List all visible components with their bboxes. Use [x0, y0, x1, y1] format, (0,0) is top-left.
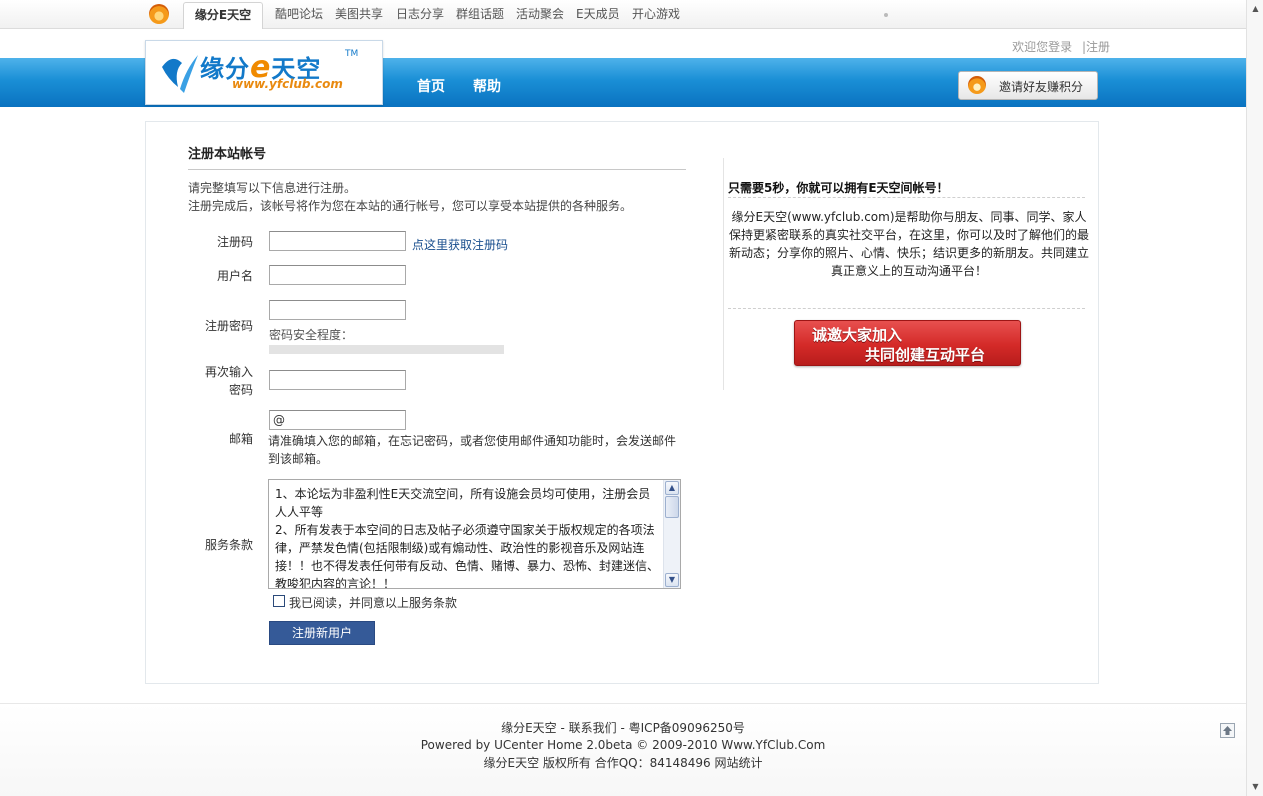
footer-site-name: 缘分E天空	[501, 721, 557, 735]
register-submit-button[interactable]: 注册新用户	[269, 621, 375, 645]
header-nav-help[interactable]: 帮助	[473, 76, 501, 96]
email-label: 邮箱	[228, 432, 253, 446]
username-input[interactable]	[269, 265, 406, 285]
password-input[interactable]	[269, 300, 406, 320]
top-nav-item-groups[interactable]: 群组话题	[456, 5, 504, 22]
scroll-up-icon[interactable]: ▲	[665, 481, 679, 495]
form-title: 注册本站帐号	[188, 147, 267, 162]
page-scroll-down-icon[interactable]: ▼	[1248, 779, 1263, 795]
invite-friends-button[interactable]: 邀请好友赚积分	[958, 71, 1098, 100]
title-divider	[188, 169, 686, 170]
login-links: 欢迎您登录 |注册	[1012, 38, 1110, 55]
footer-line-1: 缘分E天空 - 联系我们 - 粤ICP备09096250号	[0, 719, 1246, 736]
confirm-password-label-line1: 再次输入	[204, 365, 253, 379]
back-to-top-button[interactable]	[1220, 723, 1235, 738]
password-strength-label: 密码安全程度：	[269, 328, 354, 342]
confirm-password-label-line2: 密码	[228, 383, 253, 397]
login-link[interactable]: 欢迎您登录	[1012, 40, 1072, 54]
sidebar-dashed-rule	[728, 308, 1085, 309]
intro-line-2: 注册完成后，该帐号将作为您在本站的通行帐号，您可以享受本站提供的各种服务。	[188, 199, 633, 213]
top-nav-item-blogs[interactable]: 日志分享	[396, 5, 444, 22]
sidebar-dashed-rule	[728, 197, 1085, 198]
terms-paragraph-1: 1、本论坛为非盈利性E天交流空间，所有设施会员均可使用，注册会员人人平等	[275, 487, 651, 519]
top-nav-item-forum[interactable]: 酷吧论坛	[275, 5, 323, 22]
top-nav-item-events[interactable]: 活动聚会	[516, 5, 564, 22]
email-hint: 请准确填入您的邮箱，在忘记密码，或者您使用邮件通知功能时，会发送邮件到该邮箱。	[268, 434, 677, 466]
back-to-top-icon	[1223, 726, 1232, 735]
logo-url: www.yfclub.com	[232, 77, 343, 91]
agree-terms-checkbox[interactable]	[273, 595, 285, 607]
terms-paragraph-2: 2、所有发表于本空间的日志及帖子必须遵守国家关于版权规定的各项法律，严禁发色情(…	[275, 523, 660, 589]
sidebar-description: 缘分E天空(www.yfclub.com)是帮助你与朋友、同事、同学、家人保持更…	[728, 210, 1089, 278]
banner-line-1: 诚邀大家加入	[812, 326, 903, 344]
register-link[interactable]: |注册	[1082, 40, 1110, 54]
top-nav-bar: 缘分E天空 酷吧论坛 美图共享 日志分享 群组话题 活动聚会 E天成员 开心游戏	[0, 0, 1246, 29]
logo-trademark: TM	[345, 49, 359, 59]
flame-icon	[968, 76, 986, 94]
page-scroll-up-icon[interactable]: ▲	[1248, 1, 1263, 17]
contact-us-link[interactable]: - 联系我们	[561, 721, 617, 735]
join-us-banner[interactable]: 诚邀大家加入 共同创建互动平台	[794, 320, 1021, 366]
sidebar-title: 只需要5秒，你就可以拥有E天空间帐号！	[728, 181, 949, 195]
intro-line-1: 请完整填写以下信息进行注册。	[188, 181, 357, 195]
top-nav-tab-home[interactable]: 缘分E天空	[183, 2, 263, 29]
terms-label: 服务条款	[204, 538, 253, 552]
icp-link[interactable]: - 粤ICP备09096250号	[621, 721, 745, 735]
password-label: 注册密码	[204, 319, 253, 333]
confirm-password-input[interactable]	[269, 370, 406, 390]
top-nav-item-games[interactable]: 开心游戏	[632, 5, 680, 22]
site-stats-link[interactable]: 网站统计	[715, 756, 763, 770]
username-label: 用户名	[216, 269, 253, 283]
header-nav-home[interactable]: 首页	[417, 76, 445, 96]
scroll-down-icon[interactable]: ▼	[665, 573, 679, 587]
site-logo[interactable]: 缘分e天空 TM www.yfclub.com	[145, 40, 383, 105]
dot-icon	[884, 13, 888, 17]
terms-textarea[interactable]: 1、本论坛为非盈利性E天交流空间，所有设施会员均可使用，注册会员人人平等 2、所…	[268, 479, 681, 589]
get-invite-code-link[interactable]: 点这里获取注册码	[412, 236, 508, 253]
footer-powered-by: Powered by UCenter Home 2.0beta © 2009-2…	[420, 738, 826, 752]
invite-code-input[interactable]	[269, 231, 406, 251]
scroll-thumb[interactable]	[665, 496, 679, 518]
terms-scrollbar[interactable]: ▲ ▼	[663, 480, 680, 588]
footer-line-3: 缘分E天空 版权所有 合作QQ：84148496 网站统计	[0, 754, 1246, 771]
top-nav-item-members[interactable]: E天成员	[576, 5, 620, 22]
banner-line-2: 共同创建互动平台	[865, 346, 986, 364]
swoosh-logo-icon	[162, 55, 198, 93]
invite-code-label: 注册码	[216, 235, 253, 249]
page-scrollbar[interactable]: ▲ ▼	[1246, 0, 1263, 796]
email-input[interactable]	[269, 410, 406, 430]
password-strength-bar	[269, 345, 504, 354]
flame-logo-icon[interactable]	[149, 4, 169, 24]
top-nav-item-photos[interactable]: 美图共享	[335, 5, 383, 22]
sidebar-divider	[723, 158, 724, 390]
terms-content: 1、本论坛为非盈利性E天交流空间，所有设施会员均可使用，注册会员人人平等 2、所…	[275, 485, 660, 589]
invite-friends-label: 邀请好友赚积分	[999, 80, 1084, 94]
footer-copyright: 缘分E天空 版权所有 合作QQ：84148496	[483, 756, 711, 770]
agree-terms-label[interactable]: 我已阅读，并同意以上服务条款	[289, 594, 457, 611]
